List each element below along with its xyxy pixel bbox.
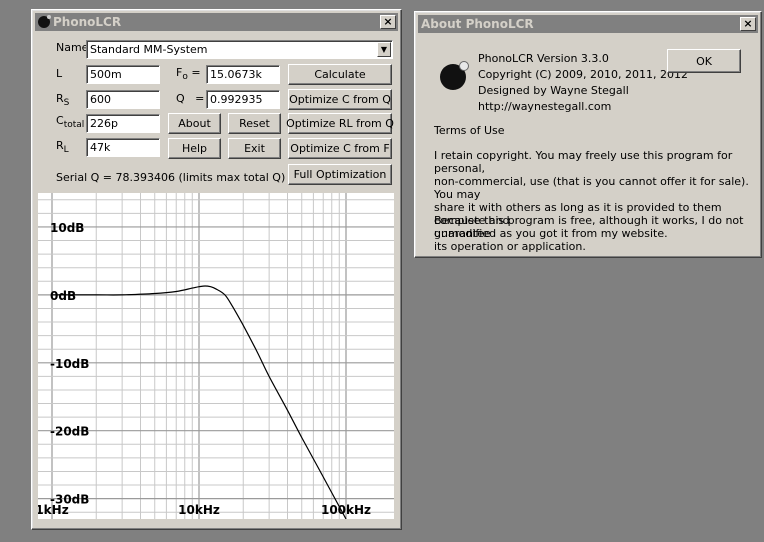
plot-background [38, 193, 394, 519]
main-title-bar[interactable]: PhonoLCR × [35, 13, 398, 31]
rl-label: RL [56, 139, 69, 156]
q-input[interactable]: 0.992935 [206, 90, 280, 109]
serial-q-text: Serial Q = 78.393406 (limits max total Q… [56, 171, 286, 184]
l-label: L [56, 67, 63, 80]
about-window-title: About PhonoLCR [421, 17, 534, 31]
about-button[interactable]: About [168, 113, 221, 134]
x-tick-label: 1kHz [38, 503, 69, 517]
chevron-down-icon[interactable]: ▼ [377, 42, 391, 57]
optimize-c-from-q-button[interactable]: Optimize C from Q [288, 89, 392, 110]
y-tick-label: -20dB [50, 425, 89, 439]
q-label: Q = [176, 92, 205, 105]
exit-button[interactable]: Exit [228, 138, 281, 159]
name-label: Name [56, 41, 89, 54]
ctotal-label: Ctotal [56, 114, 85, 131]
terms-line: non-commercial, use (that is you cannot … [434, 175, 749, 201]
designer-text: Designed by Wayne Stegall [478, 84, 629, 97]
reset-button[interactable]: Reset [228, 113, 281, 134]
copyright-text: Copyright (C) 2009, 2010, 2011, 2012 [478, 68, 688, 81]
about-header-text: PhonoLCR Version 3.3.0 Copyright (C) 200… [478, 51, 688, 115]
ok-button[interactable]: OK [667, 49, 741, 73]
ctotal-input[interactable]: 226p [86, 114, 160, 133]
terms-line: Because this program is free, although i… [434, 214, 744, 240]
app-icon [38, 15, 51, 28]
name-select-value: Standard MM-System [90, 43, 208, 56]
fo-label: Fo = [176, 66, 201, 83]
y-tick-label: -10dB [50, 357, 89, 371]
terms-heading: Terms of Use [434, 124, 505, 137]
full-optimization-button[interactable]: Full Optimization [288, 164, 392, 185]
rs-input[interactable]: 600 [86, 90, 160, 109]
about-window: About PhonoLCR × PhonoLCR Version 3.3.0 … [414, 11, 762, 258]
optimize-c-from-f-button[interactable]: Optimize C from F [288, 138, 392, 159]
terms-line: its operation or application. [434, 240, 586, 253]
terms-line: I retain copyright. You may freely use t… [434, 149, 733, 175]
close-icon[interactable]: × [380, 15, 396, 29]
about-title-bar[interactable]: About PhonoLCR × [418, 15, 758, 33]
main-window-title: PhonoLCR [53, 15, 122, 29]
frequency-response-chart: 10dB0dB-10dB-20dB-30dB 1kHz 10kHz 100kHz [38, 193, 394, 519]
website-text: http://waynestegall.com [478, 100, 612, 113]
close-icon[interactable]: × [740, 17, 756, 31]
phonolcr-logo-icon [440, 61, 469, 90]
rs-label: RS [56, 92, 70, 109]
calculate-button[interactable]: Calculate [288, 64, 392, 85]
optimize-rl-from-q-button[interactable]: Optimize RL from Q [286, 113, 394, 134]
y-tick-label: 10dB [50, 221, 84, 235]
terms-paragraph-2: Because this program is free, although i… [434, 214, 761, 253]
x-tick-label: 10kHz [178, 503, 220, 517]
y-tick-label: 0dB [50, 289, 76, 303]
fo-input[interactable]: 15.0673k [206, 65, 280, 84]
rl-input[interactable]: 47k [86, 138, 160, 157]
name-select[interactable]: Standard MM-System ▼ [86, 40, 393, 59]
x-tick-label: 100kHz [321, 503, 371, 517]
help-button[interactable]: Help [168, 138, 221, 159]
version-text: PhonoLCR Version 3.3.0 [478, 52, 609, 65]
l-input[interactable]: 500m [86, 65, 160, 84]
